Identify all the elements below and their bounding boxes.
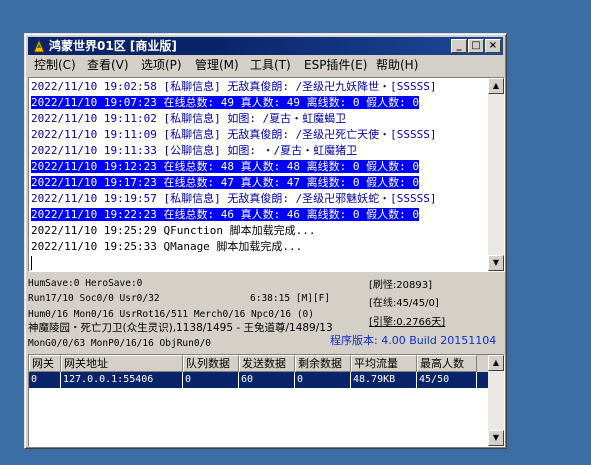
server-time: 6:38:15 [M][F] [250, 293, 331, 304]
log-line: 2022/11/10 19:07:23 在线总数: 49 真人数: 49 离线数… [31, 96, 420, 109]
cell-remaining-data: 0 [295, 372, 351, 388]
menu-tools[interactable]: 工具(T) [250, 56, 291, 75]
log-lines: 2022/11/10 19:02:58 [私聊信息] 无敌真俊朗: /圣级卍九妖… [31, 79, 488, 270]
minimize-button[interactable]: _ [451, 39, 467, 53]
menu-bar: 控制(C) 查看(V) 选项(P) 管理(M) 工具(T) ESP插件(E) 帮… [28, 56, 503, 75]
menu-options[interactable]: 选项(P) [141, 56, 182, 75]
table-scroll-up-arrow-icon[interactable]: ▲ [488, 355, 504, 371]
scroll-down-arrow-icon[interactable]: ▼ [488, 255, 504, 271]
col-queue-data[interactable]: 队列数据 [183, 355, 239, 372]
col-avg-traffic[interactable]: 平均流量 [351, 355, 417, 372]
log-line: 2022/11/10 19:22:23 在线总数: 46 真人数: 46 离线数… [31, 208, 420, 221]
cell-max-users: 45/50 [417, 372, 477, 388]
log-line: 2022/11/10 19:11:33 [公聊信息] 如图: ・/夏古・虹魔猪卫 [31, 144, 358, 157]
maximize-button[interactable]: □ [468, 39, 484, 53]
object-counts: Hum0/16 Mon0/16 UsrRot16/511 Merch0/16 N… [28, 309, 314, 320]
log-line: 2022/11/10 19:17:23 在线总数: 47 真人数: 47 离线数… [31, 176, 420, 189]
window-title: 鸿蒙世界01区 [商业版] [49, 39, 177, 53]
cell-gateway-address: 127.0.0.1:55406 [61, 372, 183, 388]
cell-gateway: 0 [29, 372, 61, 388]
log-line: 2022/11/10 19:25:29 QFunction 脚本加载完成... [31, 224, 316, 237]
online-count: [在线:45/45/0] [369, 298, 439, 309]
col-gateway-address[interactable]: 网关地址 [61, 355, 183, 372]
col-max-users[interactable]: 最高人数 [417, 355, 477, 372]
menu-esp-plugins[interactable]: ESP插件(E) [304, 56, 367, 75]
menu-manage[interactable]: 管理(M) [195, 56, 239, 75]
title-bar[interactable]: 鸿蒙世界01区 [商业版] _ □ × [28, 37, 503, 55]
table-row[interactable]: 0 127.0.0.1:55406 0 60 0 48.79KB 45/50 [29, 372, 488, 388]
log-line: 2022/11/10 19:11:02 [私聊信息] 如图: /夏古・虹魔蝎卫 [31, 112, 347, 125]
engine-uptime: [引擎:0.2766天] [369, 317, 446, 328]
col-gateway[interactable]: 网关 [29, 355, 61, 372]
table-header: 网关 网关地址 队列数据 发送数据 剩余数据 平均流量 最高人数 [29, 355, 488, 372]
log-line: 2022/11/10 19:19:57 [私聊信息] 无敌真俊朗: /圣级卍邪魅… [31, 192, 437, 205]
log-line: 2022/11/10 19:11:09 [私聊信息] 无敌真俊朗: /圣级卍死亡… [31, 128, 437, 141]
log-line: 2022/11/10 19:12:23 在线总数: 48 真人数: 48 离线数… [31, 160, 420, 173]
monster-status: 神魔陵园・死亡刀卫(众生灵识),1138/1495 - 王免道尊/1489/13 [28, 322, 333, 334]
table-scrollbar[interactable]: ▲ ▼ [488, 355, 504, 446]
log-textarea[interactable]: 2022/11/10 19:02:58 [私聊信息] 无敌真俊朗: /圣级卍九妖… [28, 77, 505, 272]
col-sent-data[interactable]: 发送数据 [239, 355, 295, 372]
text-caret [31, 256, 32, 270]
menu-view[interactable]: 查看(V) [87, 56, 129, 75]
status-panel: HumSave:0 HeroSave:0 Run17/10 Soc0/0 Usr… [28, 275, 505, 351]
cell-sent-data: 60 [239, 372, 295, 388]
log-scrollbar[interactable]: ▲ ▼ [488, 78, 504, 271]
cell-queue-data: 0 [183, 372, 239, 388]
log-line: 2022/11/10 19:25:33 QManage 脚本加载完成... [31, 240, 303, 253]
refresh-monster-count: [刷怪:20893] [369, 280, 432, 291]
col-remaining-data[interactable]: 剩余数据 [295, 355, 351, 372]
menu-control[interactable]: 控制(C) [34, 56, 76, 75]
monster-gen-status: MonG0/0/63 MonP0/16/16 ObjRun0/0 [28, 338, 212, 349]
main-window: 鸿蒙世界01区 [商业版] _ □ × 控制(C) 查看(V) 选项(P) 管理… [24, 33, 507, 449]
menu-help[interactable]: 帮助(H) [376, 56, 418, 75]
table-scroll-down-arrow-icon[interactable]: ▼ [488, 430, 504, 446]
scroll-up-arrow-icon[interactable]: ▲ [488, 78, 504, 94]
log-line: 2022/11/10 19:02:58 [私聊信息] 无敌真俊朗: /圣级卍九妖… [31, 80, 437, 93]
cell-avg-traffic: 48.79KB [351, 372, 417, 388]
program-version: 程序版本: 4.00 Build 20151104 [330, 334, 497, 347]
app-icon [33, 38, 45, 53]
run-status: Run17/10 Soc0/0 Usr0/32 [28, 293, 160, 304]
close-button[interactable]: × [485, 39, 501, 53]
gateway-table[interactable]: 网关 网关地址 队列数据 发送数据 剩余数据 平均流量 最高人数 0 127.0… [28, 354, 505, 447]
save-status: HumSave:0 HeroSave:0 [28, 278, 143, 289]
